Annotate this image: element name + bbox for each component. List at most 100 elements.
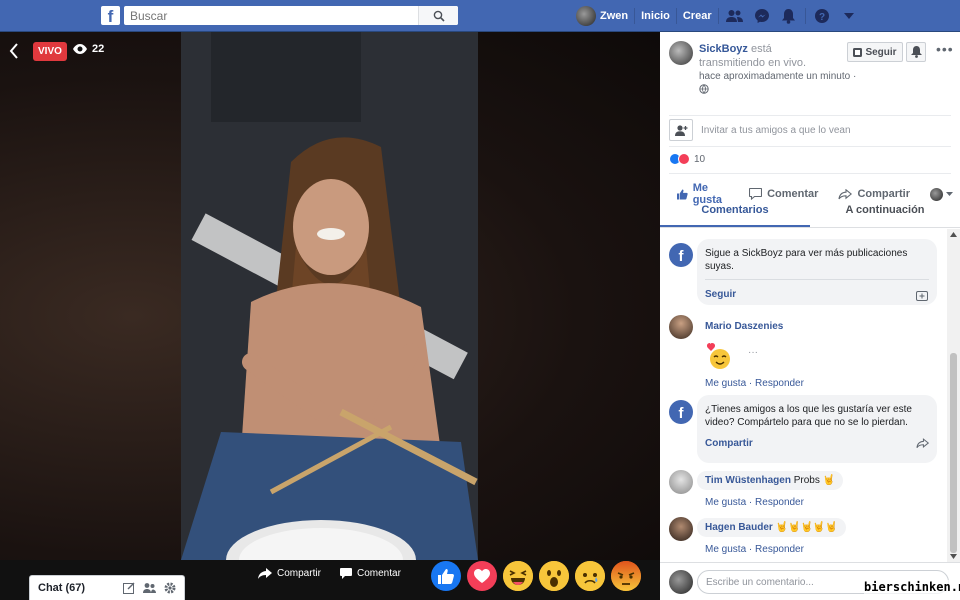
- hagen-comment-text: 🤘🤘🤘🤘🤘: [775, 522, 838, 533]
- share-prompt-card: ¿Tienes amigos a los que les gustaría ve…: [697, 395, 937, 463]
- share-prompt-link-label: Compartir: [705, 438, 753, 449]
- mario-like-link[interactable]: Me gusta: [705, 378, 746, 389]
- chat-tab-actions: [123, 582, 184, 594]
- watermark: bierschinken.net: [864, 580, 960, 594]
- video-still-image: [181, 32, 478, 560]
- share-prompt-link[interactable]: Compartir: [705, 433, 929, 450]
- add-friend-icon[interactable]: [669, 119, 693, 141]
- user-avatar-mini: [930, 187, 943, 201]
- hagen-like-link[interactable]: Me gusta: [705, 544, 746, 555]
- share-prompt-text: ¿Tienes amigos a los que les gustaría ve…: [705, 404, 912, 428]
- top-navigation-bar: f Zwen Inicio Crear ?: [0, 0, 960, 32]
- follow-prompt-link[interactable]: Seguir: [705, 279, 929, 301]
- comment-input-placeholder: Escribe un comentario...: [706, 576, 814, 588]
- tim-avatar[interactable]: [669, 470, 693, 494]
- notifications-bell-icon[interactable]: [779, 6, 799, 26]
- follow-label: Seguir: [865, 46, 897, 58]
- streamer-name-link[interactable]: SickBoyz: [699, 43, 748, 55]
- post-time-text[interactable]: hace aproximadamente un minuto ·: [699, 71, 856, 82]
- mario-name-link[interactable]: Mario Daszenies: [705, 321, 783, 332]
- follow-prompt-card: Sigue a SickBoyz para ver más publicacio…: [697, 239, 937, 305]
- create-link[interactable]: Crear: [683, 10, 712, 22]
- group-chat-icon[interactable]: [143, 582, 156, 594]
- follow-rss-icon: [853, 47, 863, 57]
- love-reaction-button[interactable]: [467, 561, 497, 591]
- help-icon[interactable]: ?: [812, 6, 832, 26]
- live-video-player[interactable]: VIVO 22 Compartir Comentar: [0, 32, 660, 600]
- user-avatar[interactable]: [576, 6, 596, 26]
- new-message-icon[interactable]: [123, 582, 135, 594]
- video-frame[interactable]: [181, 32, 478, 560]
- search-button[interactable]: [418, 6, 458, 25]
- facebook-round-icon: f: [669, 243, 693, 267]
- reaction-summary[interactable]: 10: [669, 153, 705, 165]
- post-as-selector[interactable]: [930, 187, 953, 201]
- video-comment-button[interactable]: Comentar: [340, 568, 401, 579]
- divider: [669, 146, 951, 147]
- comment-button[interactable]: Comentar: [749, 188, 818, 200]
- notify-bell-button[interactable]: [906, 42, 926, 62]
- scrollbar-thumb[interactable]: [950, 353, 957, 553]
- comments-scrollbar[interactable]: [947, 229, 960, 562]
- mario-reply-link[interactable]: Responder: [755, 378, 804, 389]
- home-link[interactable]: Inicio: [641, 10, 670, 22]
- follow-prompt-link-label: Seguir: [705, 289, 737, 300]
- back-arrow-icon[interactable]: [8, 42, 20, 63]
- scroll-down-arrow-icon[interactable]: [950, 554, 957, 559]
- like-reaction-button[interactable]: [431, 561, 461, 591]
- haha-reaction-button[interactable]: [503, 561, 533, 591]
- divider: [717, 8, 719, 24]
- wow-reaction-button[interactable]: [539, 561, 569, 591]
- caret-down-icon: [946, 192, 953, 196]
- messenger-icon[interactable]: [752, 6, 772, 26]
- bell-icon: [910, 46, 922, 58]
- follow-prompt-text: Sigue a SickBoyz para ver más publicacio…: [705, 248, 908, 272]
- comment-icon: [749, 188, 763, 200]
- angry-reaction-button[interactable]: [611, 561, 641, 591]
- share-icon: [916, 438, 929, 449]
- user-name-link[interactable]: Zwen: [600, 10, 628, 22]
- chat-tab[interactable]: Chat (67): [29, 575, 185, 600]
- scroll-up-arrow-icon[interactable]: [950, 232, 957, 237]
- like-icon: [438, 568, 454, 584]
- search-box: [124, 6, 458, 25]
- top-nav: Zwen Inicio Crear ?: [576, 0, 859, 32]
- globe-privacy-icon[interactable]: [699, 84, 709, 94]
- share-button[interactable]: Compartir: [838, 188, 910, 200]
- tim-reply-link[interactable]: Responder: [755, 497, 804, 508]
- comment-options-icon[interactable]: ···: [748, 347, 758, 358]
- viewer-count-value: 22: [92, 43, 105, 55]
- streamer-avatar[interactable]: [669, 41, 693, 65]
- follow-button[interactable]: Seguir: [847, 42, 903, 62]
- sad-icon: [575, 561, 605, 591]
- divider: [804, 8, 806, 24]
- hagen-reply-link[interactable]: Responder: [755, 544, 804, 555]
- divider: [669, 115, 951, 116]
- tim-like-link[interactable]: Me gusta: [705, 497, 746, 508]
- composer-avatar: [669, 570, 693, 594]
- hagen-name-link[interactable]: Hagen Bauder: [705, 522, 773, 533]
- video-share-button[interactable]: Compartir: [258, 568, 321, 579]
- tim-name-link[interactable]: Tim Wüstenhagen: [705, 475, 791, 486]
- sad-reaction-button[interactable]: [575, 561, 605, 591]
- tim-comment-actions: Me gusta · Responder: [705, 497, 804, 508]
- account-menu-caret-icon[interactable]: [839, 6, 859, 26]
- post-timestamp: hace aproximadamente un minuto ·: [699, 71, 856, 97]
- facebook-logo[interactable]: f: [101, 6, 120, 25]
- live-badge: VIVO: [33, 42, 67, 61]
- hagen-avatar[interactable]: [669, 517, 693, 541]
- search-input[interactable]: [124, 6, 418, 25]
- invite-friends-row[interactable]: Invitar a tus amigos a que lo vean: [669, 119, 851, 141]
- share-icon: [838, 188, 853, 199]
- share-arrow-icon: [258, 568, 272, 579]
- video-comment-label: Comentar: [357, 568, 401, 579]
- eye-icon: [73, 44, 87, 54]
- tab-comments[interactable]: Comentarios: [660, 202, 810, 227]
- mario-avatar[interactable]: [669, 315, 693, 339]
- more-options-icon[interactable]: •••: [936, 41, 954, 57]
- friend-requests-icon[interactable]: [725, 6, 745, 26]
- search-icon: [433, 10, 445, 22]
- invite-text: Invitar a tus amigos a que lo vean: [701, 124, 851, 136]
- chat-settings-gear-icon[interactable]: [164, 582, 176, 594]
- tab-up-next[interactable]: A continuación: [810, 202, 960, 227]
